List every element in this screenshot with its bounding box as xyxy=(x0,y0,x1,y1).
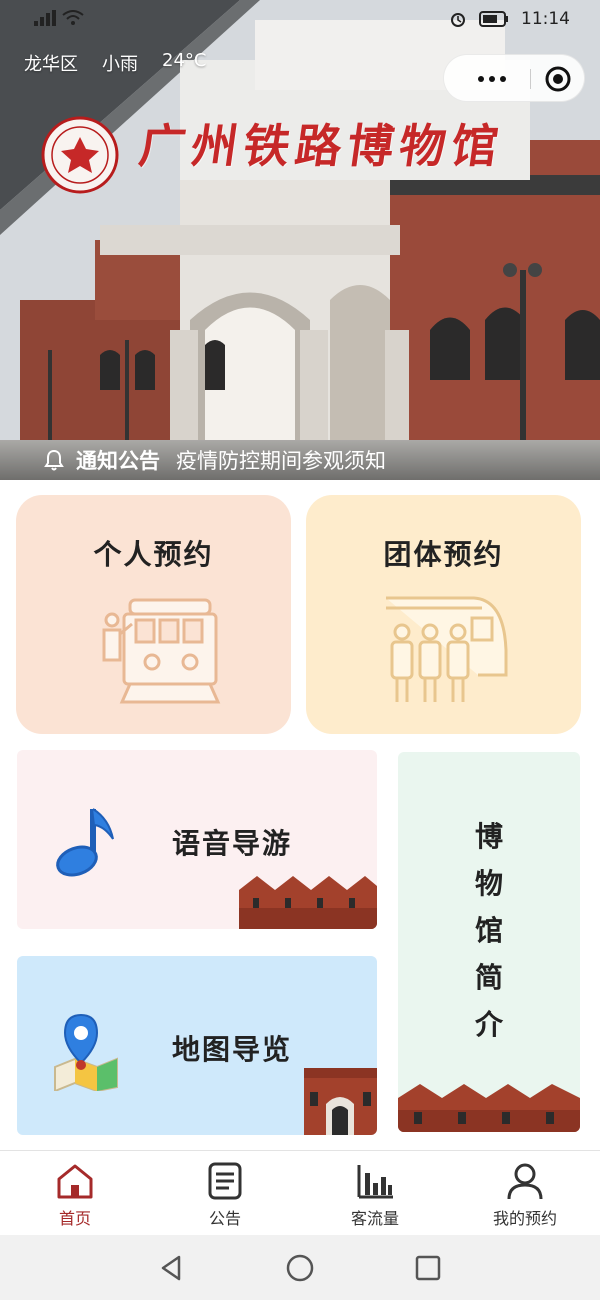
map-guide-label: 地图导览 xyxy=(172,1033,293,1066)
music-note-icon xyxy=(56,808,114,877)
personal-booking-label: 个人预约 xyxy=(93,538,214,571)
notice-bar[interactable]: 通知公告 疫情防控期间参观须知 xyxy=(0,440,600,480)
tab-notice-label: 公告 xyxy=(208,1209,241,1228)
audio-guide-card[interactable]: 语音导游 xyxy=(17,750,377,929)
tab-notice[interactable]: 公告 xyxy=(150,1151,300,1236)
tab-my-bookings[interactable]: 我的预约 xyxy=(450,1151,600,1236)
map-guide-card[interactable]: 地图导览 xyxy=(17,956,377,1135)
system-navigation-bar xyxy=(0,1235,600,1300)
intro-char: 简 xyxy=(474,961,503,994)
tab-visitor-flow-label: 客流量 xyxy=(350,1209,399,1228)
tab-visitor-flow[interactable]: 客流量 xyxy=(300,1151,450,1236)
weather-info: 龙华区 小雨 24°C xyxy=(24,50,206,76)
weather-temperature: 24°C xyxy=(162,50,207,71)
intro-char: 博 xyxy=(474,820,503,853)
intro-char: 介 xyxy=(474,1008,503,1041)
bottom-tab-bar: 首页 公告 客流量 我的预约 xyxy=(0,1150,600,1235)
group-booking-label: 团体预约 xyxy=(383,538,504,571)
document-list-icon xyxy=(208,1162,242,1200)
target-circle-icon[interactable] xyxy=(540,61,576,97)
tram-conductor-icon xyxy=(102,598,221,704)
hero-banner: 11:14 龙华区 小雨 24°C 广州铁路博物馆 通知公告 疫情防控期间参观须… xyxy=(0,0,600,480)
intro-char: 馆 xyxy=(474,914,503,947)
museum-gate-thumbnail xyxy=(304,1068,377,1135)
more-dots-icon[interactable] xyxy=(466,55,518,103)
notice-text[interactable]: 疫情防控期间参观须知 xyxy=(176,445,386,475)
museum-seal-logo-icon xyxy=(41,116,119,194)
map-pin-icon xyxy=(54,1013,118,1091)
status-bar: 11:14 xyxy=(0,0,600,40)
personal-booking-card[interactable]: 个人预约 xyxy=(16,495,291,734)
alarm-icon xyxy=(451,13,465,27)
user-icon xyxy=(507,1163,543,1200)
tab-my-bookings-label: 我的预约 xyxy=(492,1209,557,1228)
weather-district: 龙华区 xyxy=(24,54,78,75)
mini-program-capsule xyxy=(443,54,585,102)
home-icon xyxy=(57,1164,93,1199)
museum-title: 广州铁路博物馆 xyxy=(135,119,508,173)
weather-condition: 小雨 xyxy=(102,54,138,75)
recents-square-icon[interactable] xyxy=(413,1253,443,1283)
status-time: 11:14 xyxy=(521,9,570,29)
tab-home[interactable]: 首页 xyxy=(0,1151,150,1236)
intro-char: 物 xyxy=(474,867,503,900)
back-triangle-icon[interactable] xyxy=(157,1253,187,1283)
group-booking-card[interactable]: 团体预约 xyxy=(306,495,581,734)
bell-icon xyxy=(44,449,64,471)
tab-home-label: 首页 xyxy=(58,1209,91,1228)
battery-icon xyxy=(479,11,508,27)
museum-intro-card[interactable]: 博 物 馆 简 介 xyxy=(398,752,580,1132)
capsule-divider xyxy=(530,69,531,89)
wifi-icon xyxy=(62,10,84,25)
museum-building-thumbnail xyxy=(239,876,377,929)
museum-intro-label: 博 物 馆 简 介 xyxy=(398,818,580,1043)
bar-chart-icon xyxy=(357,1165,393,1199)
museum-roofline-thumbnail xyxy=(398,1084,580,1132)
notice-label: 通知公告 xyxy=(76,449,160,473)
audio-guide-label: 语音导游 xyxy=(172,827,293,860)
signal-icon xyxy=(34,10,56,26)
home-circle-icon[interactable] xyxy=(285,1253,315,1283)
train-passengers-icon xyxy=(386,596,508,702)
